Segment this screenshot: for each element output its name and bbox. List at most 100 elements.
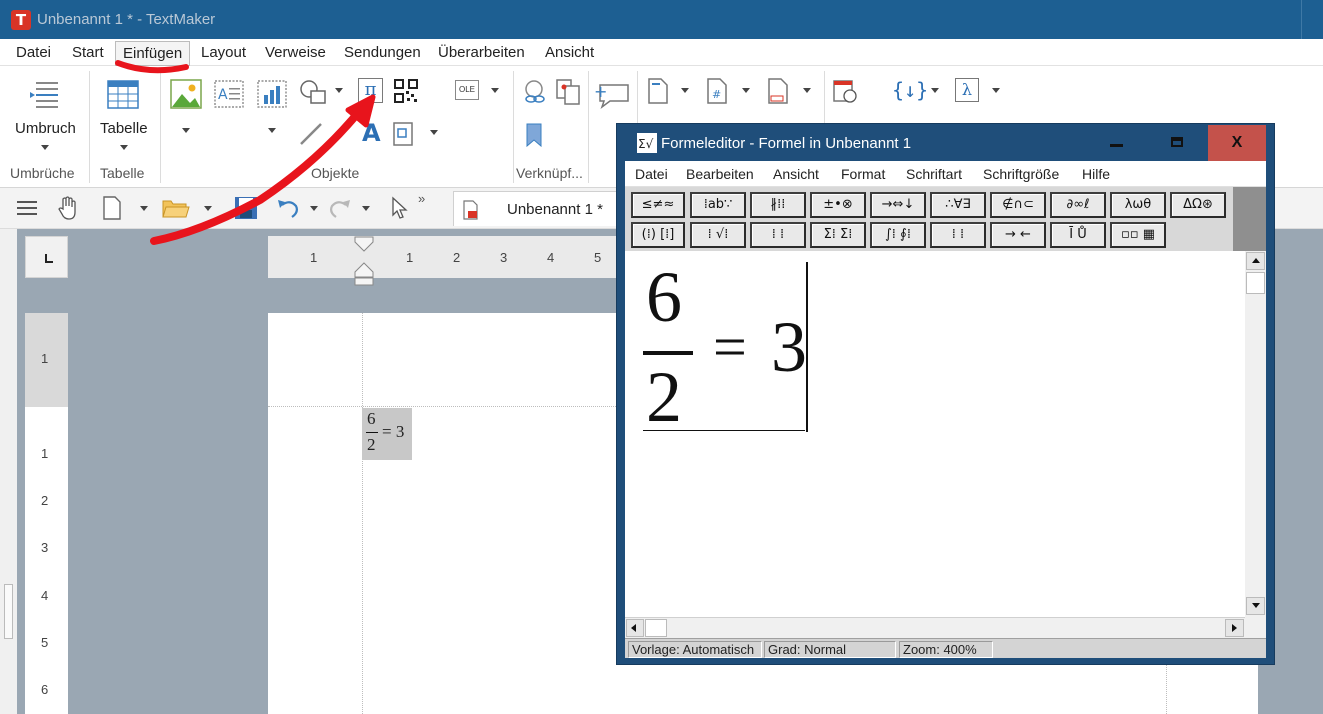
palette-logic[interactable]: ∴∀∃ — [930, 192, 986, 218]
palette-arrows[interactable]: →⇔↓ — [870, 192, 926, 218]
formula-object[interactable]: 6 2 = 3 — [362, 408, 412, 460]
dialog-menu-bearbeiten[interactable]: Bearbeiten — [686, 166, 754, 182]
header-icon[interactable] — [647, 78, 669, 104]
lambda-icon[interactable]: λ — [955, 78, 979, 102]
menu-datei[interactable]: Datei — [16, 44, 51, 61]
menu-layout[interactable]: Layout — [201, 44, 246, 61]
menu-ansicht[interactable]: Ansicht — [545, 44, 594, 61]
menu-verweise[interactable]: Verweise — [265, 44, 326, 61]
scroll-thumb[interactable] — [1246, 272, 1265, 294]
palette-products[interactable]: Ī Ů — [1050, 222, 1106, 248]
chevron-down-icon[interactable] — [992, 88, 1000, 93]
chevron-down-icon[interactable] — [931, 88, 939, 93]
palette-sets[interactable]: ∉∩⊂ — [990, 192, 1046, 218]
crossref-icon[interactable] — [555, 78, 581, 106]
textart-icon[interactable]: A — [362, 119, 381, 147]
dialog-menu-hilfe[interactable]: Hilfe — [1082, 166, 1110, 182]
palette-summations[interactable]: Σ⁞ Σ⁞ — [810, 222, 866, 248]
scroll-right-button[interactable] — [1225, 619, 1244, 637]
dialog-menu-schriftgroesse[interactable]: Schriftgröße — [983, 166, 1059, 182]
horizontal-ruler[interactable]: 1 1 2 3 4 5 — [268, 236, 628, 278]
scroll-left-button[interactable] — [626, 619, 644, 637]
chevron-down-icon[interactable] — [803, 88, 811, 93]
palette-labeled-arrows[interactable]: → ← — [990, 222, 1046, 248]
chart-icon[interactable] — [256, 79, 288, 111]
footnote-icon[interactable] — [767, 78, 791, 106]
horizontal-scroll-thumb[interactable] — [645, 619, 667, 637]
palette-scripts[interactable]: ⁞ ⁞ — [750, 222, 806, 248]
qrcode-icon[interactable] — [394, 79, 418, 103]
tabelle-button[interactable]: Tabelle — [96, 74, 156, 154]
form-field-icon[interactable] — [392, 121, 416, 147]
palette-greek-upper[interactable]: ΔΩ⊛ — [1170, 192, 1226, 218]
dialog-title-bar[interactable]: Σ√ Formeleditor - Formel in Unbenannt 1 … — [617, 124, 1274, 161]
line-icon[interactable] — [298, 121, 324, 147]
chevron-down-icon[interactable] — [362, 206, 370, 211]
ole-object-icon[interactable]: OLE — [455, 80, 479, 100]
save-icon[interactable] — [234, 196, 258, 220]
chevron-down-icon[interactable] — [430, 130, 438, 135]
picture-icon[interactable] — [170, 79, 202, 111]
menu-einfuegen[interactable]: Einfügen — [115, 41, 191, 66]
palette-fractions-roots[interactable]: ⁞ √⁞ — [690, 222, 746, 248]
chevron-down-icon[interactable] — [204, 206, 212, 211]
palette-greek-lower[interactable]: λωθ — [1110, 192, 1166, 218]
dialog-close-button[interactable]: X — [1208, 125, 1266, 161]
formula-horizontal-scrollbar[interactable] — [625, 617, 1245, 638]
scroll-up-button[interactable] — [1246, 252, 1265, 270]
scroll-down-button[interactable] — [1246, 597, 1265, 615]
date-time-icon[interactable] — [832, 78, 858, 104]
chevron-down-icon[interactable] — [268, 128, 276, 133]
redo-icon[interactable] — [328, 196, 352, 220]
chevron-down-icon[interactable] — [742, 88, 750, 93]
pointer-icon[interactable] — [390, 196, 410, 220]
palette-bars[interactable]: ⁞ ⁞ — [930, 222, 986, 248]
dialog-menu-ansicht[interactable]: Ansicht — [773, 166, 819, 182]
palette-embellishments[interactable]: ∦⁞⁞ — [750, 192, 806, 218]
hand-tool-icon[interactable] — [57, 195, 79, 221]
new-document-icon[interactable] — [102, 196, 122, 220]
formula-edit-area[interactable]: 6 2 = 3 — [625, 251, 1245, 617]
menu-sendungen[interactable]: Sendungen — [344, 44, 421, 61]
palette-fences[interactable]: (⁞) [⁞] — [631, 222, 685, 248]
page-number-icon[interactable]: # — [706, 78, 728, 104]
chevron-down-icon[interactable] — [310, 206, 318, 211]
palette-matrices[interactable]: ▫▫ ▦ — [1110, 222, 1166, 248]
bookmark-icon[interactable] — [525, 123, 543, 147]
comment-icon[interactable]: + — [594, 81, 630, 111]
hamburger-menu-icon[interactable] — [16, 199, 38, 217]
dialog-menu-schriftart[interactable]: Schriftart — [906, 166, 962, 182]
indent-marker-icon[interactable] — [354, 236, 374, 286]
open-folder-icon[interactable] — [162, 197, 190, 219]
dialog-menu-datei[interactable]: Datei — [635, 166, 668, 182]
document-tab[interactable]: Unbenannt 1 * — [453, 191, 623, 226]
menu-start[interactable]: Start — [72, 44, 104, 61]
chevron-down-icon[interactable] — [140, 206, 148, 211]
dialog-maximize-button[interactable] — [1148, 125, 1206, 161]
palette-scrollbar[interactable] — [1233, 187, 1266, 251]
shapes-icon[interactable] — [297, 78, 329, 108]
formula-pi-icon[interactable]: π — [358, 78, 383, 103]
undo-icon[interactable] — [276, 196, 300, 220]
chevron-down-icon[interactable] — [335, 88, 343, 93]
tab-stop-selector[interactable] — [25, 236, 68, 278]
palette-spaces[interactable]: ⁞ab∵ — [690, 192, 746, 218]
umbruch-button[interactable]: Umbruch — [8, 74, 84, 154]
chevron-down-icon[interactable] — [681, 88, 689, 93]
field-icon[interactable]: {↓} — [892, 78, 928, 102]
palette-integrals[interactable]: ∫⁞ ∮⁞ — [870, 222, 926, 248]
dialog-minimize-button[interactable] — [1088, 125, 1146, 161]
palette-operators[interactable]: ±•⊗ — [810, 192, 866, 218]
sidebar-toggle[interactable] — [4, 584, 13, 639]
palette-relations[interactable]: ≤≠≈ — [631, 192, 685, 218]
chevron-down-icon[interactable] — [182, 128, 190, 133]
more-chevron-icon[interactable]: » — [418, 191, 425, 206]
formula-vertical-scrollbar[interactable] — [1245, 251, 1266, 617]
textframe-icon[interactable]: A — [213, 79, 245, 111]
palette-misc-symbols[interactable]: ∂∞ℓ — [1050, 192, 1106, 218]
hyperlink-icon[interactable] — [521, 79, 547, 105]
menu-ueberarbeiten[interactable]: Überarbeiten — [438, 44, 525, 61]
chevron-down-icon[interactable] — [491, 88, 499, 93]
title-bar-control[interactable] — [1301, 0, 1323, 39]
dialog-menu-format[interactable]: Format — [841, 166, 885, 182]
